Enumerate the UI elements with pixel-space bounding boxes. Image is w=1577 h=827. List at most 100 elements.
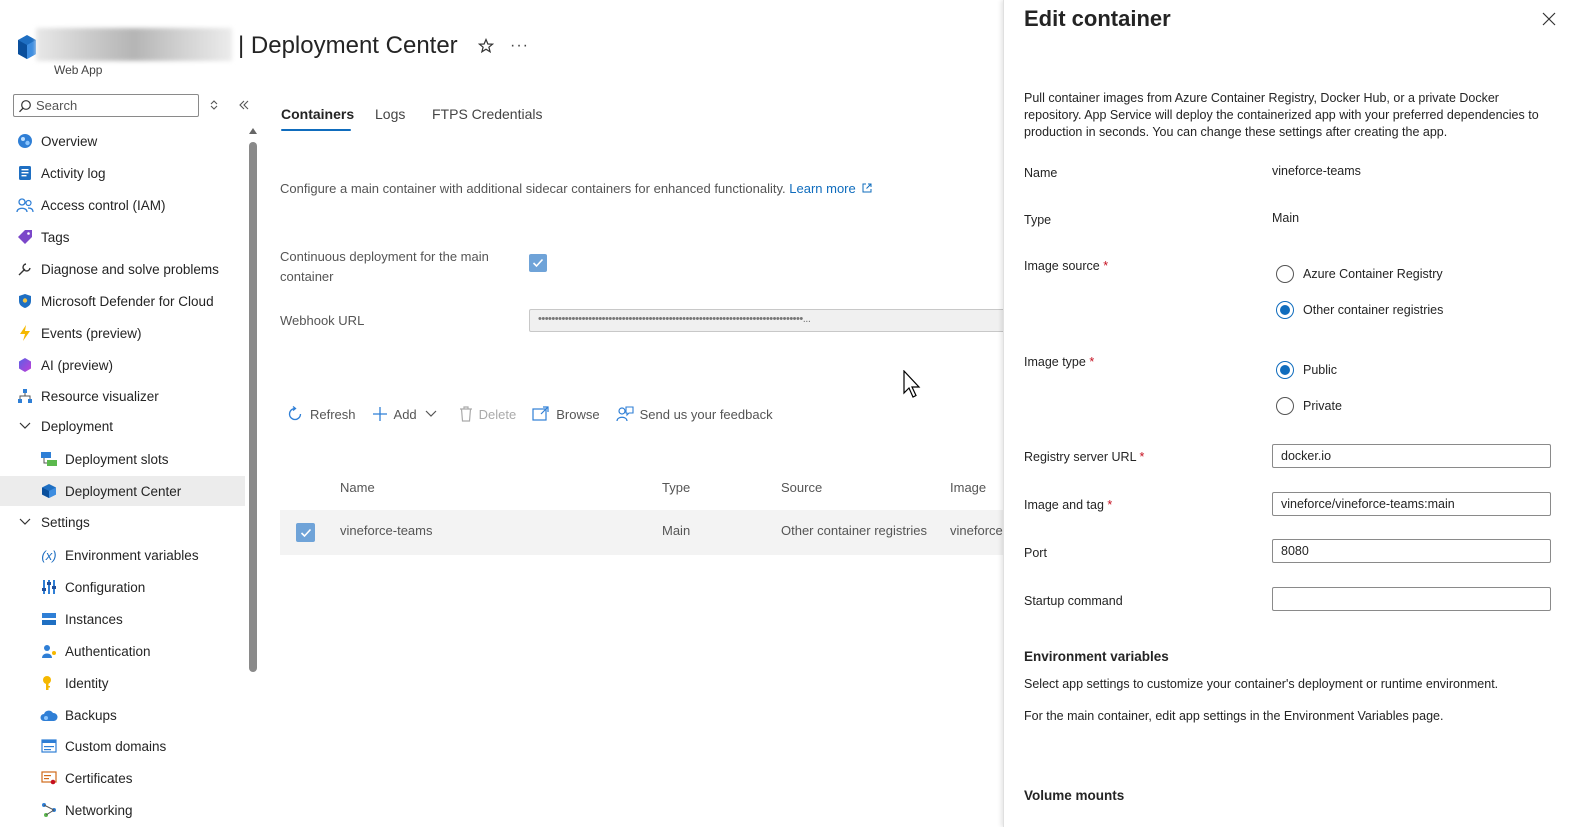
collapse-sidebar-icon[interactable] [238, 99, 250, 111]
sidebar-item-label: Backups [65, 707, 117, 723]
sidebar-item-backups[interactable]: Backups [0, 700, 245, 730]
page-title: | Deployment Center [238, 32, 458, 59]
environment-variables-note: For the main container, edit app setting… [1024, 709, 1444, 723]
sidebar-item-deployment-slots[interactable]: Deployment slots [0, 444, 245, 474]
tab-containers[interactable]: Containers [281, 106, 354, 122]
browse-button[interactable]: Browse [532, 406, 600, 422]
more-icon[interactable]: ··· [510, 37, 529, 55]
certificate-icon [40, 769, 58, 787]
sidebar-item-access-control[interactable]: Access control (IAM) [0, 190, 245, 220]
log-icon [16, 164, 34, 182]
radio-label: Other container registries [1303, 303, 1444, 317]
sidebar-item-label: Configuration [65, 579, 146, 595]
add-button[interactable]: Add [372, 406, 443, 422]
tab-logs[interactable]: Logs [375, 106, 405, 122]
checkmark-icon [532, 258, 544, 268]
radio-private[interactable]: Private [1276, 397, 1342, 415]
feedback-label: Send us your feedback [639, 406, 773, 422]
webhook-url-label: Webhook URL [280, 313, 365, 328]
sidebar-item-activity-log[interactable]: Activity log [0, 158, 245, 188]
sort-icon[interactable] [208, 99, 220, 111]
delete-label: Delete [478, 406, 517, 422]
delete-button[interactable]: Delete [459, 406, 517, 422]
startup-command-input[interactable] [1272, 587, 1551, 611]
sidebar-item-instances[interactable]: Instances [0, 604, 245, 634]
lightning-icon [16, 324, 34, 342]
tab-ftps-credentials[interactable]: FTPS Credentials [432, 106, 542, 122]
radio-other-container-registries[interactable]: Other container registries [1276, 301, 1443, 319]
sidebar-item-deployment-center[interactable]: Deployment Center [0, 476, 245, 506]
row-checkbox[interactable] [296, 523, 315, 542]
cloud-icon [40, 706, 58, 724]
sidebar-item-label: Deployment slots [65, 451, 169, 467]
required-marker: * [1139, 450, 1145, 464]
continuous-deployment-checkbox[interactable] [529, 254, 547, 272]
radio-azure-container-registry[interactable]: Azure Container Registry [1276, 265, 1443, 283]
browse-icon [532, 406, 549, 421]
sidebar-group-settings[interactable]: Settings [0, 507, 245, 537]
sidebar-item-tags[interactable]: Tags [0, 222, 245, 252]
sidebar-item-label: Microsoft Defender for Cloud [41, 293, 214, 309]
webhook-url-field[interactable]: ••••••••••••••••••••••••••••••••••••••••… [529, 309, 1009, 332]
command-bar: Refresh Add Delete Browse Send us your f… [286, 402, 789, 426]
sidebar-item-certificates[interactable]: Certificates [0, 763, 245, 793]
image-tag-label: Image and tag * [1024, 498, 1112, 512]
resource-name-redacted [36, 28, 232, 61]
image-type-label: Image type * [1024, 355, 1094, 369]
sidebar-group-deployment[interactable]: Deployment [0, 411, 245, 441]
sidebar-item-resource-visualizer[interactable]: Resource visualizer [0, 381, 245, 411]
search-input[interactable]: Search [13, 94, 199, 117]
row-name-link[interactable]: vineforce-teams [340, 523, 432, 538]
sidebar-item-defender[interactable]: Microsoft Defender for Cloud [0, 286, 245, 316]
required-marker: * [1103, 259, 1109, 273]
add-label: Add [393, 406, 417, 422]
row-source: Other container registries [781, 523, 927, 538]
radio-public[interactable]: Public [1276, 361, 1337, 379]
close-icon[interactable] [1542, 12, 1556, 26]
sidebar-item-label: AI (preview) [41, 357, 114, 373]
sidebar-group-label: Settings [41, 514, 90, 530]
sidebar-scrollbar[interactable] [249, 142, 257, 672]
people-icon [16, 196, 34, 214]
sidebar-item-overview[interactable]: Overview [0, 126, 245, 156]
sidebar-item-identity[interactable]: Identity [0, 668, 245, 698]
sidebar-item-ai[interactable]: AI (preview) [0, 350, 245, 380]
sidebar-item-custom-domains[interactable]: Custom domains [0, 731, 245, 761]
sidebar-item-label: Diagnose and solve problems [41, 261, 219, 277]
star-icon[interactable] [478, 38, 494, 54]
panel-intro-text: Pull container images from Azure Contain… [1024, 91, 1539, 139]
globe-icon [16, 132, 34, 150]
refresh-button[interactable]: Refresh [286, 405, 356, 423]
sidebar-item-diagnose[interactable]: Diagnose and solve problems [0, 254, 245, 284]
sidebar-item-authentication[interactable]: Authentication [0, 636, 245, 666]
sidebar-item-label: Custom domains [65, 738, 167, 754]
sidebar-item-configuration[interactable]: Configuration [0, 572, 245, 602]
sidebar-item-networking[interactable]: Networking [0, 795, 245, 825]
sidebar-item-label: Certificates [65, 770, 133, 786]
sidebar-scroll-up-arrow[interactable] [249, 128, 257, 134]
page-subtitle: Web App [54, 63, 103, 77]
port-input[interactable]: 8080 [1272, 539, 1551, 563]
sidebar-item-environment-variables[interactable]: (x) Environment variables [0, 540, 245, 570]
image-tag-label-text: Image and tag [1024, 498, 1104, 512]
trash-icon [459, 406, 472, 422]
sidebar-item-label: Events (preview) [41, 325, 142, 341]
learn-more-link[interactable]: Learn more [789, 181, 855, 196]
registry-url-label: Registry server URL * [1024, 450, 1144, 464]
column-header-type[interactable]: Type [662, 480, 690, 495]
external-link-icon [862, 183, 872, 193]
column-header-name[interactable]: Name [340, 480, 375, 495]
environment-variables-text: Select app settings to customize your co… [1024, 677, 1499, 691]
image-type-label-text: Image type [1024, 355, 1086, 369]
row-type: Main [662, 523, 691, 538]
network-icon [40, 801, 58, 819]
feedback-button[interactable]: Send us your feedback [616, 405, 773, 423]
refresh-label: Refresh [310, 406, 356, 422]
image-tag-input[interactable]: vineforce/vineforce-teams:main [1272, 492, 1551, 516]
column-header-source[interactable]: Source [781, 480, 822, 495]
sidebar-item-events[interactable]: Events (preview) [0, 318, 245, 348]
column-header-image[interactable]: Image [950, 480, 986, 495]
person-key-icon [40, 642, 58, 660]
type-label: Type [1024, 213, 1052, 227]
registry-url-input[interactable]: docker.io [1272, 444, 1551, 468]
